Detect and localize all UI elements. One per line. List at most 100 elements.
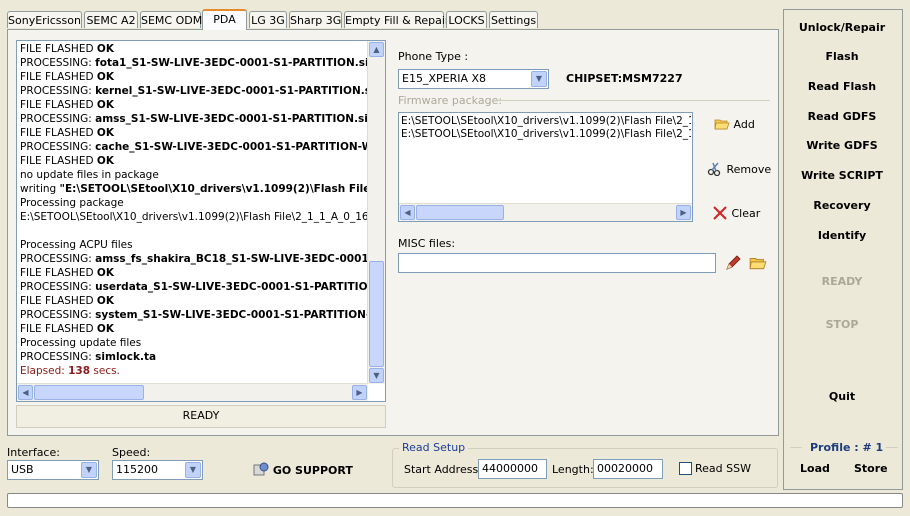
length-input[interactable]: 00020000 [593,459,663,479]
read-flash-button[interactable]: Read Flash [783,74,901,100]
log-vertical-scrollbar[interactable]: ▲ ▼ [367,41,385,384]
load-button[interactable]: Load [800,462,830,475]
write-gdfs-button[interactable]: Write GDFS [783,133,901,159]
log-line: FILE FLASHED OK [20,295,114,307]
log-line: writing "E:\SETOOL\SEtool\X10_drivers\v1… [20,183,370,195]
tab-semc-odm[interactable]: SEMC ODM [140,11,202,28]
tab-sonyericsson[interactable]: SonyEricsson [7,11,82,28]
speed-select[interactable]: 115200 ▼ [112,460,203,480]
start-address-input[interactable]: 44000000 [478,459,547,479]
recovery-button[interactable]: Recovery [783,193,901,219]
start-address-label: Start Address: [404,463,482,476]
interface-select[interactable]: USB ▼ [7,460,99,480]
phone-type-value: E15_XPERIA X8 [402,72,487,85]
tab-pda[interactable]: PDA [202,9,247,30]
log-line: PROCESSING: userdata_S1-SW-LIVE-3EDC-000… [20,281,370,293]
log-line: FILE FLASHED OK [20,43,114,55]
folder-open-icon [714,118,730,130]
write-script-button[interactable]: Write SCRIPT [783,163,901,189]
phone-type-label: Phone Type : [398,50,469,63]
scroll-right-icon[interactable]: ▶ [676,205,691,220]
log-line: E:\SETOOL\SEtool\X10_drivers\v1.1099(2)\… [20,211,370,223]
tab-sharp-3g[interactable]: Sharp 3G [289,11,342,28]
identify-button[interactable]: Identify [783,223,901,249]
ready-button[interactable]: READY [783,269,901,295]
log-line: no update files in package [20,169,159,181]
tab-settings[interactable]: Settings [489,11,538,28]
firmware-horizontal-scrollbar[interactable]: ◀ ▶ [399,203,692,221]
profile-label: Profile : # 1 [810,441,884,454]
chevron-down-icon[interactable]: ▼ [531,71,547,87]
scroll-left-icon[interactable]: ◀ [18,385,33,400]
elapsed-line: Elapsed: 138 secs. [20,365,120,377]
scroll-down-icon[interactable]: ▼ [369,368,384,383]
log-lines: FILE FLASHED OK PROCESSING: fota1_S1-SW-L… [20,42,370,378]
misc-files-label: MISC files: [398,237,456,250]
log-line: FILE FLASHED OK [20,155,114,167]
log-line: Processing package [20,197,124,209]
chevron-down-icon[interactable]: ▼ [185,462,201,478]
log-output[interactable]: FILE FLASHED OK PROCESSING: fota1_S1-SW-L… [16,40,386,402]
go-support-button[interactable]: GO SUPPORT [253,462,353,477]
chipset-label: CHIPSET:MSM7227 [566,72,683,85]
interface-label: Interface: [7,446,60,459]
scroll-thumb[interactable] [369,261,384,367]
interface-value: USB [11,463,34,476]
read-ssw-checkbox[interactable] [679,462,692,475]
list-item[interactable]: E:\SETOOL\SEtool\X10_drivers\v1.1099(2)\… [401,115,691,128]
log-line: PROCESSING: fota1_S1-SW-LIVE-3EDC-0001-S… [20,57,370,69]
clear-button[interactable]: Clear [712,206,760,220]
unlock-repair-button[interactable]: Unlock/Repair [783,15,901,41]
tab-empty-fill-repair[interactable]: Empty Fill & Repair [344,11,449,28]
list-item[interactable]: E:\SETOOL\SEtool\X10_drivers\v1.1099(2)\… [401,128,691,141]
length-label: Length: [552,463,594,476]
divider [494,100,770,101]
read-setup-title: Read Setup [399,441,469,454]
log-line: Processing ACPU files [20,239,133,251]
log-line: PROCESSING: amss_fs_shakira_BC18_S1-SW-L… [20,253,370,265]
folder-open-icon[interactable] [749,256,767,272]
scroll-thumb[interactable] [416,205,504,220]
read-gdfs-button[interactable]: Read GDFS [783,104,901,130]
log-line: FILE FLASHED OK [20,267,114,279]
log-line: FILE FLASHED OK [20,99,114,111]
read-ssw-label: Read SSW [695,462,751,475]
store-button[interactable]: Store [854,462,888,475]
log-line: PROCESSING: simlock.ta [20,351,157,363]
divider [886,447,898,448]
chevron-down-icon[interactable]: ▼ [81,462,97,478]
firmware-file-list[interactable]: E:\SETOOL\SEtool\X10_drivers\v1.1099(2)\… [398,112,693,222]
log-line: FILE FLASHED OK [20,127,114,139]
flash-button[interactable]: Flash [783,44,901,70]
misc-files-input[interactable] [398,253,716,273]
log-line: FILE FLASHED OK [20,71,114,83]
scroll-right-icon[interactable]: ▶ [352,385,367,400]
quit-button[interactable]: Quit [783,384,901,410]
tab-lg-3g[interactable]: LG 3G [249,11,287,28]
log-horizontal-scrollbar[interactable]: ◀ ▶ [17,383,368,401]
firmware-package-label: Firmware package: [398,94,503,107]
scroll-thumb[interactable] [34,385,144,400]
stop-button[interactable]: STOP [783,312,901,338]
add-button[interactable]: Add [714,118,755,131]
progress-bar [7,493,903,508]
tab-semc-a2[interactable]: SEMC A2 [84,11,138,28]
remove-button[interactable]: Remove [707,162,771,177]
speed-label: Speed: [112,446,151,459]
log-line: PROCESSING: amss_S1-SW-LIVE-3EDC-0001-S1… [20,113,370,125]
scroll-left-icon[interactable]: ◀ [400,205,415,220]
log-line: PROCESSING: cache_S1-SW-LIVE-3EDC-0001-S… [20,141,370,153]
phone-type-select[interactable]: E15_XPERIA X8 ▼ [398,69,549,89]
status-bar: READY [16,405,386,428]
status-text: READY [182,409,220,422]
tab-locks[interactable]: LOCKS [446,11,487,28]
scroll-up-icon[interactable]: ▲ [369,42,384,57]
log-line: FILE FLASHED OK [20,323,114,335]
edit-pencil-icon[interactable] [724,254,742,272]
log-line: PROCESSING: system_S1-SW-LIVE-3EDC-0001-… [20,309,370,321]
log-line: PROCESSING: kernel_S1-SW-LIVE-3EDC-0001-… [20,85,370,97]
scissors-icon [707,162,723,177]
support-icon [253,462,269,476]
divider [790,447,802,448]
